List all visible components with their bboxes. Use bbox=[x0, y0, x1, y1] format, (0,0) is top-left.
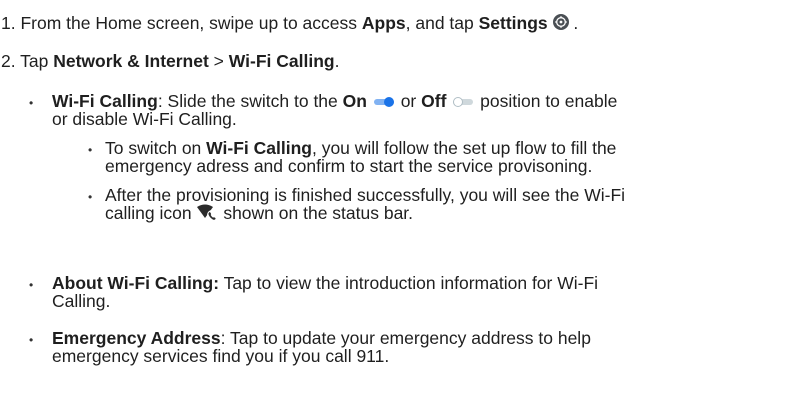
sub-bullet-marker: • bbox=[88, 143, 93, 157]
step-text: Tap bbox=[20, 51, 54, 71]
settings-term: Settings bbox=[478, 13, 548, 33]
bullet-text: Tap to view the introduction information… bbox=[219, 273, 599, 293]
step-1: 1. From the Home screen, swipe up to acc… bbox=[1, 14, 578, 34]
step-2: 2. Tap Network & Internet > Wi-Fi Callin… bbox=[1, 52, 339, 71]
bullet-text: position to enable bbox=[475, 91, 618, 111]
off-term: Off bbox=[421, 91, 447, 111]
bullet-term: About Wi-Fi Calling: bbox=[52, 273, 220, 293]
bullet-text-line2: or disable Wi-Fi Calling. bbox=[52, 109, 237, 129]
sub-bullet-marker: • bbox=[88, 190, 93, 204]
settings-gear-icon bbox=[552, 14, 569, 34]
bullet-text-line2: emergency services find you if you call … bbox=[52, 346, 390, 366]
apps-term: Apps bbox=[361, 13, 406, 33]
wifi-calling-icon bbox=[196, 204, 218, 225]
bullet-term: Wi-Fi Calling bbox=[52, 91, 158, 111]
toggle-off-icon bbox=[453, 97, 474, 108]
step-number: 2. bbox=[1, 51, 16, 71]
step-text: > bbox=[208, 51, 229, 71]
step-text: , and tap bbox=[405, 13, 479, 33]
sub-text: , you will follow the set up flow to fil… bbox=[311, 138, 617, 158]
on-term: On bbox=[342, 91, 367, 111]
sub-text: To switch on bbox=[105, 138, 207, 158]
bullet-about-wifi-calling: About Wi-Fi Calling: Tap to view the int… bbox=[52, 274, 598, 293]
bullet-marker: • bbox=[29, 278, 34, 292]
sub-text: shown on the status bar. bbox=[223, 203, 414, 224]
sub-text: calling icon bbox=[105, 203, 197, 224]
bullet-text: : Tap to update your emergency address t… bbox=[220, 328, 591, 348]
bullet-marker: • bbox=[29, 96, 34, 110]
step-text: . bbox=[334, 51, 340, 71]
sub-text-line2: emergency adress and confirm to start th… bbox=[105, 156, 593, 176]
bullet-text-line2: Calling. bbox=[52, 291, 111, 311]
instructions-page: 1. From the Home screen, swipe up to acc… bbox=[0, 0, 795, 410]
bullet-text: or bbox=[395, 91, 422, 111]
wifi-calling-term: Wi-Fi Calling bbox=[228, 51, 335, 71]
wifi-calling-term: Wi-Fi Calling bbox=[206, 138, 312, 158]
step-number: 1. bbox=[1, 13, 16, 33]
step-text: . bbox=[573, 13, 579, 33]
step-text: From the Home screen, swipe up to access bbox=[20, 13, 362, 33]
bullet-term: Emergency Address bbox=[52, 328, 221, 348]
toggle-on-icon bbox=[373, 97, 394, 108]
sub-bullet-status-icon: calling icon shown on the status bar. bbox=[105, 204, 413, 225]
bullet-marker: • bbox=[29, 333, 34, 347]
network-internet-term: Network & Internet bbox=[53, 51, 209, 71]
bullet-text: : Slide the switch to the bbox=[157, 91, 343, 111]
